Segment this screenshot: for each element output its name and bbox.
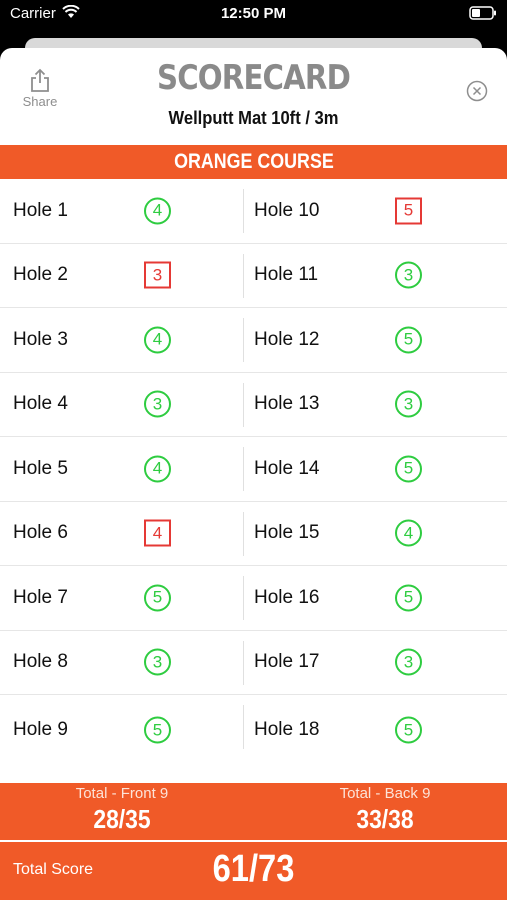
hole-row: Hole 1 4 Hole 10 5 bbox=[0, 179, 507, 244]
hole-label: Hole 3 bbox=[13, 328, 68, 350]
hole-row: Hole 9 5 Hole 18 5 bbox=[0, 695, 507, 765]
hole-score: 3 bbox=[395, 261, 422, 289]
row-divider bbox=[243, 382, 244, 427]
front-nine-value: 28/35 bbox=[93, 804, 151, 834]
row-divider bbox=[243, 511, 244, 556]
row-divider bbox=[243, 447, 244, 491]
close-icon[interactable] bbox=[466, 80, 488, 102]
hole-label: Hole 6 bbox=[13, 522, 68, 544]
row-divider bbox=[243, 640, 244, 685]
hole-score: 4 bbox=[144, 455, 171, 483]
row-divider bbox=[243, 253, 244, 298]
hole-row: Hole 7 5 Hole 16 5 bbox=[0, 566, 507, 631]
hole-label: Hole 7 bbox=[13, 586, 68, 608]
status-time: 12:50 PM bbox=[220, 5, 287, 22]
hole-score: 5 bbox=[395, 455, 422, 483]
page-title: SCORECARD bbox=[156, 58, 351, 98]
front-nine-label: Total - Front 9 bbox=[75, 785, 169, 802]
hole-score: 4 bbox=[144, 326, 171, 354]
hole-row: Hole 4 3 Hole 13 3 bbox=[0, 373, 507, 437]
row-divider bbox=[243, 189, 244, 233]
hole-label: Hole 8 bbox=[13, 651, 68, 673]
hole-label: Hole 11 bbox=[254, 264, 319, 286]
scorecard-sheet: Share SCORECARD Wellputt Mat 10ft / 3m O… bbox=[0, 48, 507, 900]
hole-score: 5 bbox=[395, 584, 422, 612]
hole-label: Hole 10 bbox=[254, 199, 320, 221]
holes-table: Hole 1 4 Hole 10 5 Hole 2 3 Hole 11 3 Ho… bbox=[0, 179, 507, 765]
hole-score: 5 bbox=[395, 197, 422, 225]
hole-score: 4 bbox=[395, 519, 422, 547]
course-header: ORANGE COURSE bbox=[0, 145, 507, 179]
row-divider bbox=[243, 705, 244, 749]
hole-score: 3 bbox=[395, 648, 422, 676]
course-name: ORANGE COURSE bbox=[173, 150, 334, 173]
back-nine-label: Total - Back 9 bbox=[339, 785, 431, 802]
hole-row: Hole 5 4 Hole 14 5 bbox=[0, 437, 507, 502]
hole-score: 5 bbox=[395, 716, 422, 744]
hole-label: Hole 5 bbox=[13, 457, 68, 479]
hole-label: Hole 15 bbox=[254, 522, 320, 544]
hole-score: 5 bbox=[144, 584, 171, 612]
hole-score: 3 bbox=[144, 261, 171, 289]
hole-label: Hole 12 bbox=[254, 328, 320, 350]
hole-score: 3 bbox=[144, 648, 171, 676]
hole-label: Hole 4 bbox=[13, 393, 68, 415]
hole-label: Hole 18 bbox=[254, 719, 320, 740]
total-score-value: 61/73 bbox=[212, 848, 295, 890]
hole-label: Hole 13 bbox=[254, 393, 320, 415]
hole-score: 3 bbox=[395, 390, 422, 418]
hole-score: 3 bbox=[144, 390, 171, 418]
hole-label: Hole 16 bbox=[254, 586, 320, 608]
hole-label: Hole 2 bbox=[13, 264, 68, 286]
row-divider bbox=[243, 318, 244, 362]
battery-icon bbox=[469, 6, 496, 20]
hole-label: Hole 14 bbox=[254, 457, 320, 479]
hole-row: Hole 8 3 Hole 17 3 bbox=[0, 631, 507, 695]
back-nine-value: 33/38 bbox=[356, 804, 414, 834]
hole-score: 4 bbox=[144, 519, 171, 547]
status-bar: Carrier 12:50 PM bbox=[0, 0, 507, 30]
back-nine-total: Total - Back 9 33/38 bbox=[285, 783, 485, 835]
hole-score: 5 bbox=[395, 326, 422, 354]
hole-score: 4 bbox=[144, 197, 171, 225]
hole-label: Hole 1 bbox=[13, 199, 68, 221]
subtotals-bar: Total - Front 9 28/35 Total - Back 9 33/… bbox=[0, 783, 507, 840]
total-score-bar: Total Score 61/73 bbox=[0, 842, 507, 900]
front-nine-total: Total - Front 9 28/35 bbox=[22, 783, 222, 835]
hole-score: 5 bbox=[144, 716, 171, 744]
page-subtitle: Wellputt Mat 10ft / 3m bbox=[168, 108, 339, 128]
row-divider bbox=[243, 576, 244, 620]
hole-label: Hole 9 bbox=[13, 719, 68, 740]
hole-row: Hole 2 3 Hole 11 3 bbox=[0, 244, 507, 308]
hole-row: Hole 3 4 Hole 12 5 bbox=[0, 308, 507, 373]
hole-row: Hole 6 4 Hole 15 4 bbox=[0, 502, 507, 566]
hole-label: Hole 17 bbox=[254, 651, 320, 673]
